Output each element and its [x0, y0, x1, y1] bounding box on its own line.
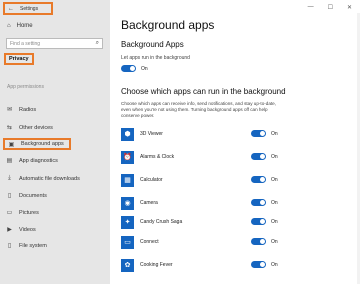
toggle-state-label: On [271, 130, 278, 137]
home-label: Home [16, 23, 33, 29]
close-icon[interactable]: ✕ [347, 4, 352, 11]
toggle-switch[interactable] [251, 199, 266, 206]
app-permissions-heading: App permissions [7, 84, 44, 90]
app-name: 3D Viewer [140, 131, 163, 137]
camera-icon: ◉ [121, 196, 134, 210]
choose-apps-heading: Choose which apps can run in the backgro… [121, 87, 286, 96]
download-icon: ⤓ [8, 175, 11, 181]
sidebar: ← Settings ⌂ Home Find a setting ⌕ Priva… [0, 0, 110, 284]
app-row-cooking-fever: ✿ Cooking Fever On [121, 257, 301, 273]
toggle-switch[interactable] [251, 153, 266, 160]
devices-icon: ⇆ [6, 125, 13, 131]
app-name: Camera [140, 200, 158, 206]
toggle-switch[interactable] [251, 176, 266, 183]
toggle-state-label: On [271, 153, 278, 160]
app-toggle[interactable]: On [251, 176, 278, 183]
app-name: Connect [140, 239, 159, 245]
diagnostics-icon: ▤ [6, 158, 13, 164]
window-title: Settings [20, 5, 39, 12]
background-apps-icon: ▣ [8, 141, 15, 148]
toggle-state-label: On [271, 199, 278, 206]
master-background-toggle[interactable]: On [121, 65, 148, 72]
sidebar-item-pictures[interactable]: ▭ Pictures [6, 209, 39, 217]
toggle-state-label: On [271, 218, 278, 225]
app-row-camera: ◉ Camera On [121, 195, 301, 211]
let-apps-run-label: Let apps run in the background [121, 55, 190, 61]
toggle-state-label: On [271, 176, 278, 183]
sidebar-item-documents[interactable]: ▯ Documents [6, 192, 47, 200]
search-placeholder[interactable]: Find a setting [10, 41, 40, 47]
picture-icon: ▭ [6, 210, 13, 216]
radios-icon: ✉ [6, 107, 13, 113]
toggle-state-label: On [271, 238, 278, 245]
document-icon: ▯ [7, 193, 12, 199]
sidebar-item-label: Automatic file downloads [19, 175, 80, 182]
maximize-icon[interactable]: ☐ [328, 4, 333, 11]
search-box[interactable]: Find a setting ⌕ [6, 38, 103, 49]
video-icon: ▶ [7, 227, 12, 233]
sidebar-item-app-diagnostics[interactable]: ▤ App diagnostics [6, 157, 58, 165]
sidebar-item-label: Pictures [19, 209, 39, 216]
toggle-state-label: On [141, 65, 148, 72]
app-name: Cooking Fever [140, 262, 173, 268]
sidebar-item-label: Videos [19, 226, 36, 233]
search-icon[interactable]: ⌕ [96, 40, 99, 47]
app-name: Alarms & Clock [140, 154, 175, 160]
page-title: Background apps [121, 18, 215, 32]
app-row-3d-viewer: ⬢ 3D Viewer On [121, 126, 301, 142]
app-toggle[interactable]: On [251, 261, 278, 268]
alarm-clock-icon: ⏰ [121, 150, 134, 164]
app-row-candy-crush-saga: ✦ Candy Crush Saga On [121, 214, 301, 230]
app-toggle[interactable]: On [251, 130, 278, 137]
sidebar-item-videos[interactable]: ▶ Videos [6, 226, 36, 234]
connect-icon: ▭ [121, 235, 134, 249]
home-nav[interactable]: ⌂ Home [7, 23, 33, 29]
cooking-fever-icon: ✿ [121, 258, 134, 272]
calculator-icon: ▦ [121, 173, 134, 187]
app-toggle[interactable]: On [251, 238, 278, 245]
file-system-icon: ▯ [7, 243, 12, 249]
title-bar: ← Settings [3, 2, 53, 15]
toggle-switch[interactable] [251, 261, 266, 268]
app-row-calculator: ▦ Calculator On [121, 172, 301, 188]
sidebar-item-label: File system [19, 242, 47, 249]
minimize-icon[interactable]: — [308, 4, 314, 11]
toggle-switch[interactable] [251, 238, 266, 245]
candy-crush-icon: ✦ [121, 215, 134, 229]
app-name: Candy Crush Saga [140, 219, 183, 225]
app-toggle[interactable]: On [251, 199, 278, 206]
sidebar-item-label: Documents [19, 192, 47, 199]
sidebar-item-label: App diagnostics [19, 157, 58, 164]
sidebar-item-radios[interactable]: ✉ Radios [6, 106, 37, 114]
app-name: Calculator [140, 177, 163, 183]
toggle-switch[interactable] [251, 218, 266, 225]
section-title: Background Apps [121, 40, 184, 49]
choose-apps-description: Choose which apps can receive info, send… [121, 101, 277, 119]
app-toggle[interactable]: On [251, 218, 278, 225]
app-toggle[interactable]: On [251, 153, 278, 160]
privacy-heading: Privacy [4, 53, 34, 65]
content-pane: — ☐ ✕ Background apps Background Apps Le… [110, 0, 360, 284]
window-controls: — ☐ ✕ [308, 4, 352, 11]
home-icon: ⌂ [7, 23, 11, 29]
toggle-switch[interactable] [251, 130, 266, 137]
settings-window: ← Settings ⌂ Home Find a setting ⌕ Priva… [0, 0, 360, 284]
sidebar-item-background-apps[interactable]: ▣ Background apps [3, 138, 71, 150]
toggle-switch[interactable] [121, 65, 136, 72]
toggle-state-label: On [271, 261, 278, 268]
back-arrow-icon[interactable]: ← [8, 6, 14, 12]
app-row-connect: ▭ Connect On [121, 234, 301, 250]
app-row-alarms-clock: ⏰ Alarms & Clock On [121, 149, 301, 165]
sidebar-item-label: Other devices [19, 124, 53, 131]
sidebar-item-file-system[interactable]: ▯ File system [6, 242, 47, 250]
3d-viewer-icon: ⬢ [121, 127, 134, 141]
sidebar-item-label: Radios [19, 106, 37, 113]
sidebar-item-other-devices[interactable]: ⇆ Other devices [6, 124, 53, 132]
sidebar-item-automatic-file-downloads[interactable]: ⤓ Automatic file downloads [6, 175, 80, 182]
sidebar-item-label: Background apps [21, 141, 64, 147]
